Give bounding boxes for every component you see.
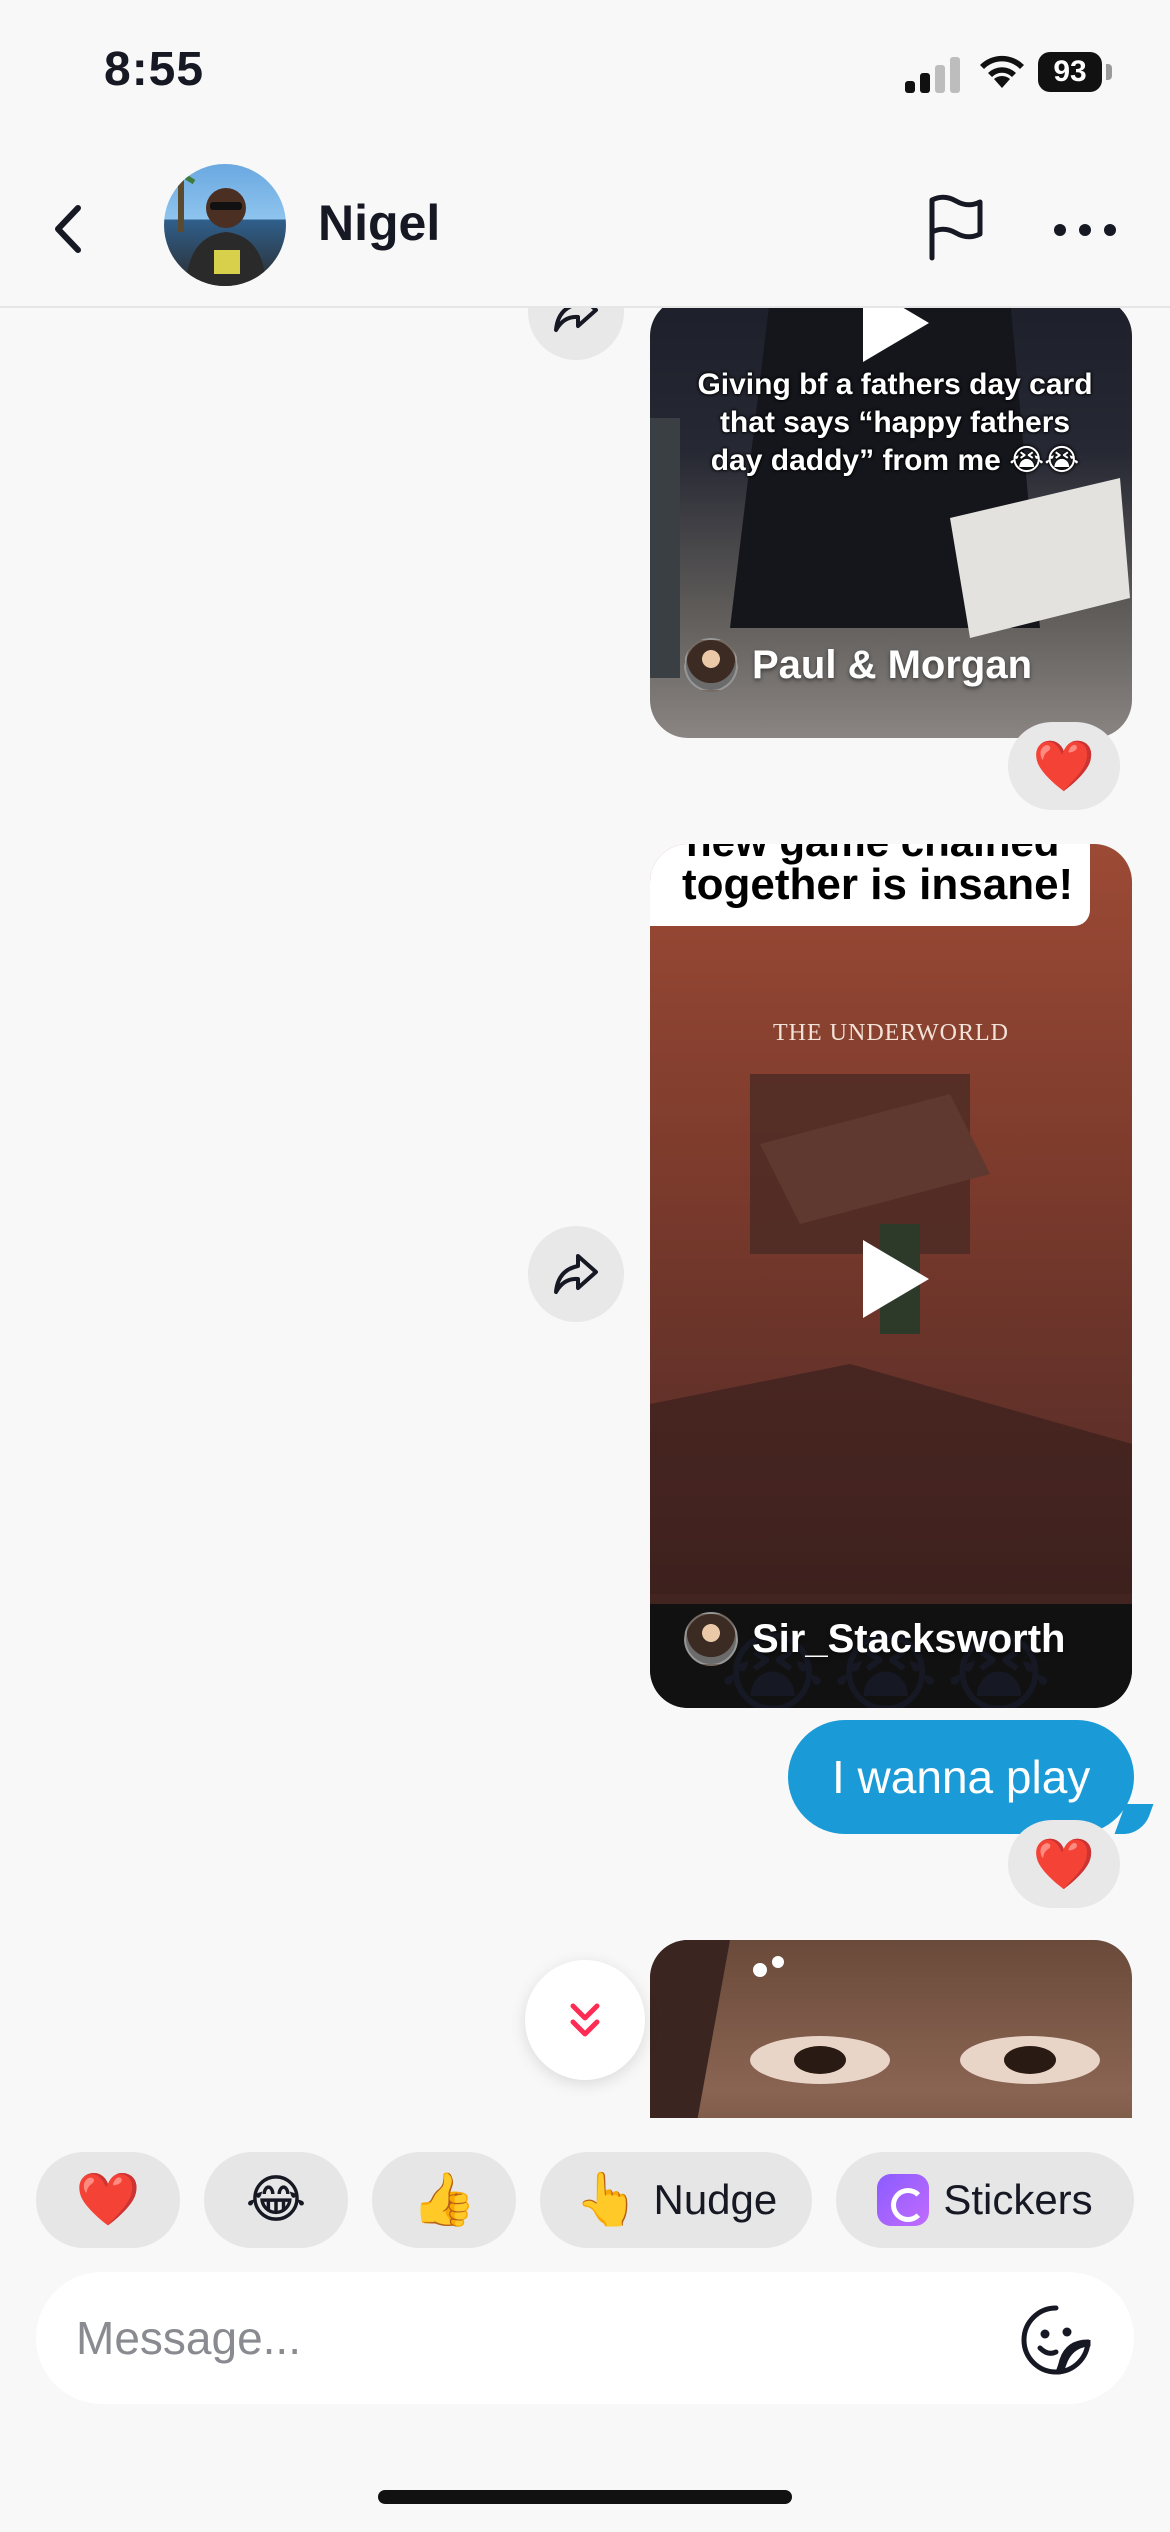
battery-icon: 93	[1038, 52, 1102, 92]
contact-name[interactable]: Nigel	[318, 194, 440, 252]
play-icon[interactable]	[855, 308, 935, 368]
quick-reactions: ❤️ 😂 👍 👆 Nudge Stickers	[0, 2152, 1170, 2248]
author-avatar-icon	[684, 638, 738, 692]
share-button[interactable]	[528, 308, 624, 360]
wifi-icon	[980, 55, 1024, 88]
author-avatar-icon	[684, 1612, 738, 1666]
home-indicator	[378, 2490, 792, 2504]
status-time: 8:55	[104, 43, 205, 96]
reaction-heart-1[interactable]: ❤️	[1008, 722, 1120, 810]
flag-icon[interactable]	[918, 192, 990, 264]
heart-icon: ❤️	[75, 2171, 141, 2229]
share-button[interactable]	[528, 1226, 624, 1322]
avatar-image	[164, 164, 266, 286]
more-icon[interactable]	[1050, 210, 1120, 250]
chat-header: Nigel	[0, 150, 1170, 308]
stickers-button[interactable]: Stickers	[836, 2152, 1134, 2248]
sticker-icon	[877, 2174, 930, 2226]
video-thumbnail-3	[650, 1940, 1100, 2118]
thumbs-up-icon: 👍	[411, 2171, 477, 2229]
quick-reaction-laugh[interactable]: 😂	[204, 2152, 348, 2248]
signal-icon	[905, 55, 961, 93]
share-icon	[554, 308, 598, 332]
video-message-2[interactable]: new game chained together is insane! THE…	[650, 844, 1132, 1708]
scroll-to-bottom-button[interactable]	[525, 1960, 645, 2080]
back-icon[interactable]	[40, 194, 100, 264]
video-message-3[interactable]	[650, 1940, 1132, 2118]
pointing-hand-icon: 👆	[574, 2171, 640, 2229]
laugh-icon: 😂	[245, 2171, 307, 2229]
play-icon[interactable]	[855, 1234, 935, 1324]
quick-reaction-thumbs-up[interactable]: 👍	[372, 2152, 516, 2248]
video-message-1[interactable]: Giving bf a fathers day card that says “…	[650, 308, 1132, 738]
nudge-button[interactable]: 👆 Nudge	[540, 2152, 812, 2248]
contact-avatar[interactable]	[164, 164, 286, 286]
reaction-heart-2[interactable]: ❤️	[1008, 1820, 1120, 1908]
quick-reaction-heart[interactable]: ❤️	[36, 2152, 180, 2248]
status-bar: 8:55 93	[0, 0, 1170, 150]
video-author-name-2: Sir_Stacksworth	[752, 1616, 1066, 1661]
message-bubble-sent[interactable]: I wanna play	[788, 1720, 1135, 1834]
video-author-1: Paul & Morgan	[684, 638, 1032, 692]
share-icon	[554, 1254, 598, 1294]
message-list[interactable]: Giving bf a fathers day card that says “…	[0, 308, 1170, 2118]
video-author-2: Sir_Stacksworth	[684, 1612, 1065, 1666]
video-caption-1: Giving bf a fathers day card that says “…	[697, 368, 1093, 477]
nudge-label: Nudge	[653, 2176, 778, 2223]
message-input[interactable]	[36, 2272, 1134, 2404]
battery-nub	[1106, 64, 1112, 80]
video-author-name-1: Paul & Morgan	[752, 642, 1033, 687]
chevron-double-down-icon	[570, 2003, 600, 2037]
sticker-face-icon[interactable]	[1018, 2302, 1094, 2378]
stickers-label: Stickers	[943, 2176, 1093, 2223]
